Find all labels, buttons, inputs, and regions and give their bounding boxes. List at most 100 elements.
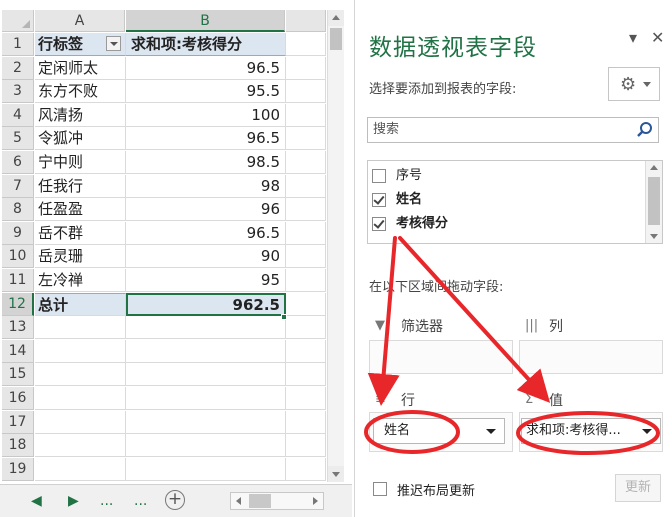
scroll-up-icon[interactable] — [328, 10, 344, 26]
cell[interactable] — [35, 434, 126, 457]
row-header[interactable]: 15 — [2, 363, 34, 386]
cell[interactable] — [126, 387, 286, 410]
cell[interactable] — [286, 222, 326, 245]
cell[interactable] — [286, 80, 326, 103]
column-header-c[interactable] — [286, 10, 326, 32]
pivot-row-label[interactable]: 风清扬 — [35, 104, 126, 127]
fill-handle[interactable] — [281, 314, 287, 320]
row-header[interactable]: 8 — [2, 198, 34, 221]
pivot-row-value[interactable]: 96.5 — [126, 127, 286, 150]
pivot-row-label[interactable]: 任盈盈 — [35, 198, 126, 221]
scroll-thumb[interactable] — [330, 28, 342, 50]
pivot-row-value[interactable]: 100 — [126, 104, 286, 127]
cell[interactable] — [35, 387, 126, 410]
row-header[interactable]: 10 — [2, 245, 34, 268]
cell[interactable] — [286, 127, 326, 150]
pivot-row-value[interactable]: 96.5 — [126, 57, 286, 80]
pivot-row-label[interactable]: 任我行 — [35, 175, 126, 198]
pivot-value-header[interactable]: 求和项:考核得分 — [126, 33, 286, 56]
cell[interactable] — [286, 151, 326, 174]
scroll-down-icon[interactable] — [646, 229, 662, 243]
tab-ellipsis-right[interactable]: ... — [134, 492, 147, 510]
pivot-row-label[interactable]: 岳不群 — [35, 222, 126, 245]
chevron-down-icon[interactable] — [486, 429, 496, 434]
scroll-left-icon[interactable] — [231, 493, 247, 509]
cell[interactable] — [286, 363, 326, 386]
field-checkbox[interactable] — [372, 169, 386, 183]
cell[interactable] — [286, 269, 326, 292]
row-header[interactable]: 19 — [2, 458, 34, 481]
row-header[interactable]: 14 — [2, 340, 34, 363]
cell[interactable] — [286, 104, 326, 127]
filters-drop-area[interactable] — [369, 340, 513, 374]
scroll-down-icon[interactable] — [328, 466, 344, 482]
close-icon[interactable]: ✕ — [651, 28, 664, 47]
cell[interactable] — [126, 458, 286, 481]
row-header[interactable]: 6 — [2, 151, 34, 174]
next-sheet-icon[interactable]: ▶ — [68, 492, 79, 510]
cell[interactable] — [126, 363, 286, 386]
pivot-row-label[interactable]: 左冷禅 — [35, 269, 126, 292]
row-header[interactable]: 16 — [2, 387, 34, 410]
column-header-b[interactable]: B — [126, 10, 285, 32]
cell[interactable] — [286, 33, 326, 56]
cell[interactable] — [126, 340, 286, 363]
row-header[interactable]: 12 — [2, 293, 34, 316]
row-header[interactable]: 5 — [2, 127, 34, 150]
cell[interactable] — [286, 198, 326, 221]
pivot-row-label[interactable]: 令狐冲 — [35, 127, 126, 150]
prev-sheet-icon[interactable]: ◀ — [31, 492, 42, 510]
cell[interactable] — [286, 458, 326, 481]
tab-ellipsis-left[interactable]: ... — [100, 492, 113, 510]
vertical-scrollbar[interactable] — [327, 10, 344, 482]
row-header[interactable]: 1 — [2, 33, 34, 56]
cell[interactable] — [286, 316, 326, 339]
pivot-row-labels-header[interactable]: 行标签 — [35, 33, 126, 56]
pivot-row-value[interactable]: 96.5 — [126, 222, 286, 245]
field-checkbox[interactable] — [372, 193, 386, 207]
cell[interactable] — [286, 175, 326, 198]
scroll-up-icon[interactable] — [646, 161, 662, 175]
pivot-row-label[interactable]: 岳灵珊 — [35, 245, 126, 268]
pivot-row-value[interactable]: 95.5 — [126, 80, 286, 103]
row-header[interactable]: 7 — [2, 175, 34, 198]
grand-total-label[interactable]: 总计 — [35, 293, 126, 316]
values-field-chip[interactable]: 求和项:考核得... — [521, 418, 661, 444]
cell[interactable] — [126, 411, 286, 434]
row-header[interactable]: 13 — [2, 316, 34, 339]
row-header[interactable]: 2 — [2, 57, 34, 80]
column-header-a[interactable]: A — [35, 10, 125, 32]
search-icon[interactable] — [636, 121, 654, 139]
rows-field-chip[interactable]: 姓名 — [373, 418, 505, 444]
cell[interactable] — [35, 363, 126, 386]
cell[interactable] — [286, 387, 326, 410]
cell[interactable] — [286, 293, 326, 316]
select-all-corner[interactable] — [2, 10, 34, 32]
row-header[interactable]: 11 — [2, 269, 34, 292]
pivot-row-value[interactable]: 95 — [126, 269, 286, 292]
cell[interactable] — [35, 458, 126, 481]
hscroll-thumb[interactable] — [249, 494, 271, 508]
scroll-right-icon[interactable] — [307, 493, 323, 509]
pivot-row-label[interactable]: 宁中则 — [35, 151, 126, 174]
grand-total-value[interactable]: 962.5 — [126, 293, 286, 316]
cell[interactable] — [286, 434, 326, 457]
pivot-row-value[interactable]: 98 — [126, 175, 286, 198]
cell[interactable] — [126, 316, 286, 339]
search-box[interactable] — [367, 117, 659, 143]
cell[interactable] — [286, 340, 326, 363]
cell[interactable] — [286, 57, 326, 80]
row-header[interactable]: 3 — [2, 80, 34, 103]
pane-options-chevron-down-icon[interactable]: ▾ — [629, 28, 637, 47]
cell[interactable] — [35, 411, 126, 434]
field-checkbox[interactable] — [372, 217, 386, 231]
row-header[interactable]: 18 — [2, 434, 34, 457]
cell[interactable] — [35, 316, 126, 339]
pivot-row-value[interactable]: 96 — [126, 198, 286, 221]
chevron-down-icon[interactable] — [642, 429, 652, 434]
scroll-thumb[interactable] — [648, 177, 660, 225]
row-header[interactable]: 4 — [2, 104, 34, 127]
cell[interactable] — [126, 434, 286, 457]
horizontal-scrollbar[interactable] — [230, 492, 324, 510]
pivot-row-label[interactable]: 定闲师太 — [35, 57, 126, 80]
